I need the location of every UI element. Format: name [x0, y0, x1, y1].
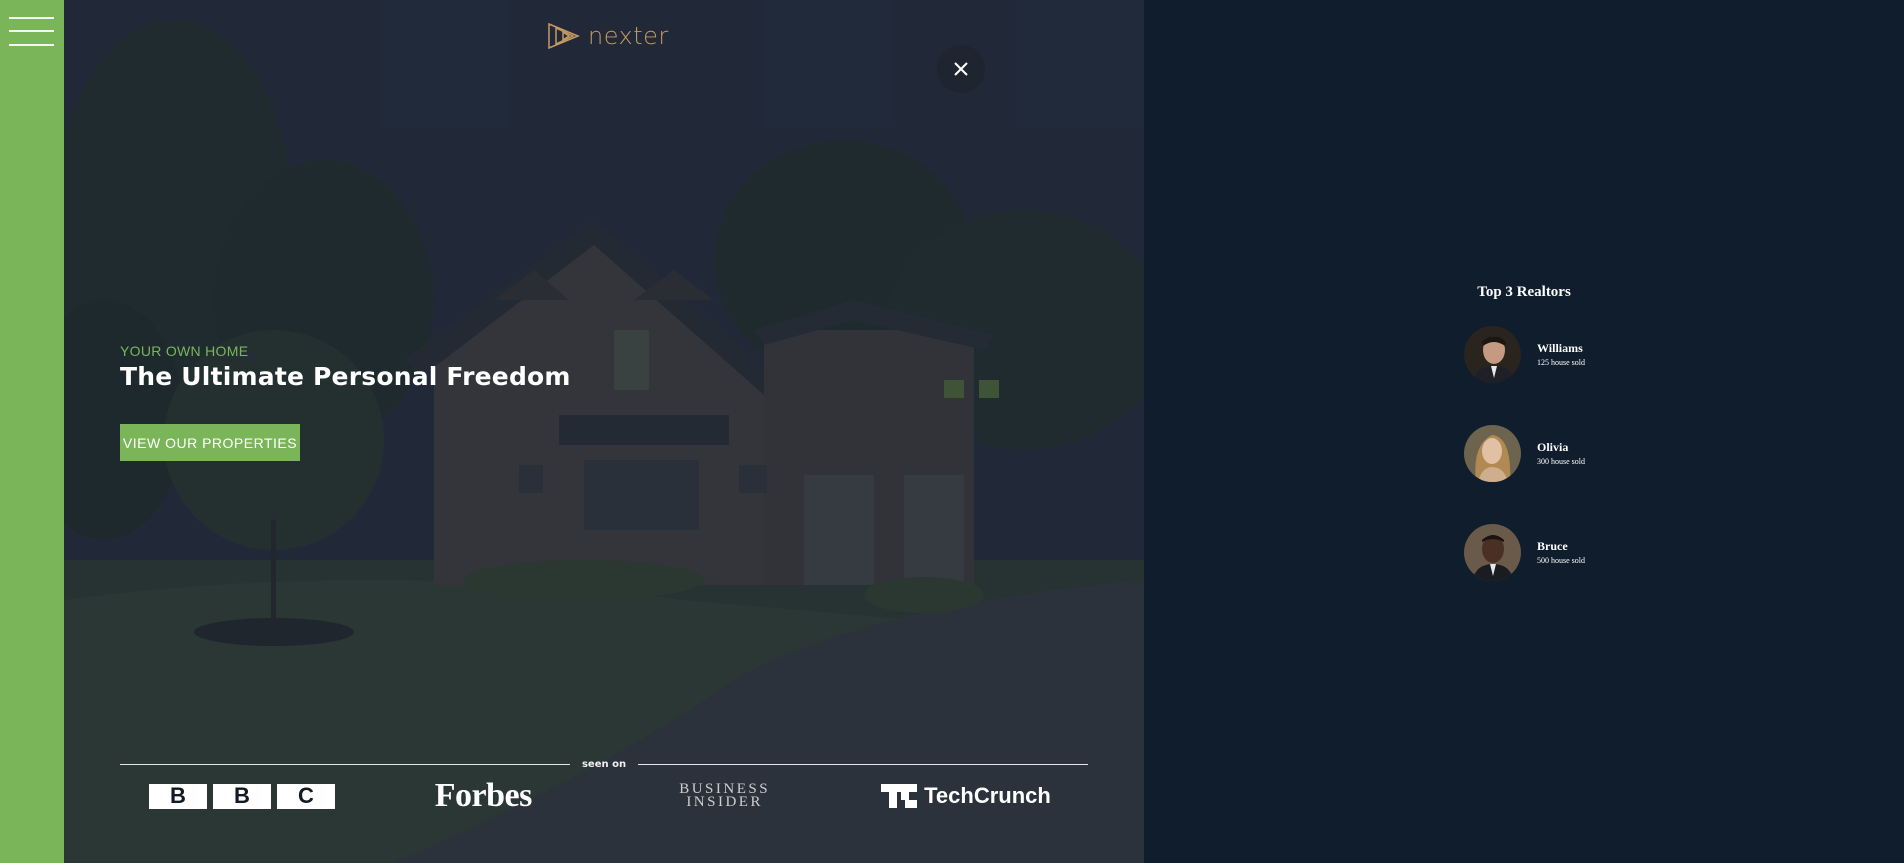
realtor-sold: 125 house sold — [1537, 358, 1585, 367]
realtor-name: Bruce — [1537, 539, 1568, 553]
menu-line — [9, 30, 54, 32]
sidebar — [0, 0, 64, 863]
bbc-logo: B B C — [144, 780, 340, 812]
realtor-item[interactable]: Olivia 300 house sold — [1464, 424, 1624, 482]
forbes-text: Forbes — [434, 777, 533, 814]
hamburger-menu-icon[interactable] — [9, 17, 54, 49]
realtors-panel: Top 3 Realtors Williams 125 house sold O… — [1144, 0, 1904, 863]
seen-on-divider: seen on — [120, 756, 1089, 772]
realtor-name: Williams — [1537, 341, 1583, 355]
close-icon — [954, 62, 968, 76]
realtor-name: Olivia — [1537, 440, 1569, 454]
bbc-letter: B — [149, 783, 207, 809]
avatar — [1464, 523, 1521, 581]
brand-name: nexter — [588, 22, 669, 50]
hero-subtitle: YOUR OWN HOME — [120, 343, 249, 359]
press-logos: B B C Forbes BUSINESS INSIDER TechCrunch — [144, 777, 1064, 814]
avatar — [1464, 325, 1521, 383]
hero-title: The Ultimate Personal Freedom — [120, 362, 571, 391]
realtor-item[interactable]: Williams 125 house sold — [1464, 325, 1624, 383]
divider-line — [638, 763, 1089, 765]
bbc-letter: B — [213, 783, 271, 809]
menu-line — [9, 17, 54, 19]
techcrunch-mark-icon — [881, 784, 918, 808]
realtors-title: Top 3 Realtors — [1477, 284, 1571, 300]
realtor-sold: 300 house sold — [1537, 457, 1585, 466]
play-logo-icon — [548, 23, 580, 49]
techcrunch-text: TechCrunch — [924, 783, 1051, 808]
view-properties-button[interactable]: VIEW OUR PROPERTIES — [120, 424, 300, 461]
seen-on-label: seen on — [581, 758, 627, 770]
divider-line — [120, 763, 570, 765]
forbes-logo: Forbes — [385, 777, 581, 814]
close-button[interactable] — [937, 45, 985, 93]
techcrunch-logo: TechCrunch — [868, 780, 1064, 812]
bi-line: INSIDER — [686, 794, 763, 810]
business-insider-logo: BUSINESS INSIDER — [627, 780, 823, 812]
hero-section: nexter YOUR OWN HOME The Ultimate Person… — [64, 0, 1144, 863]
realtor-item[interactable]: Bruce 500 house sold — [1464, 523, 1624, 581]
menu-line — [9, 44, 54, 46]
realtor-sold: 500 house sold — [1537, 556, 1585, 565]
avatar — [1464, 424, 1521, 482]
bbc-letter: C — [277, 783, 335, 809]
nexter-logo[interactable]: nexter — [548, 20, 669, 52]
